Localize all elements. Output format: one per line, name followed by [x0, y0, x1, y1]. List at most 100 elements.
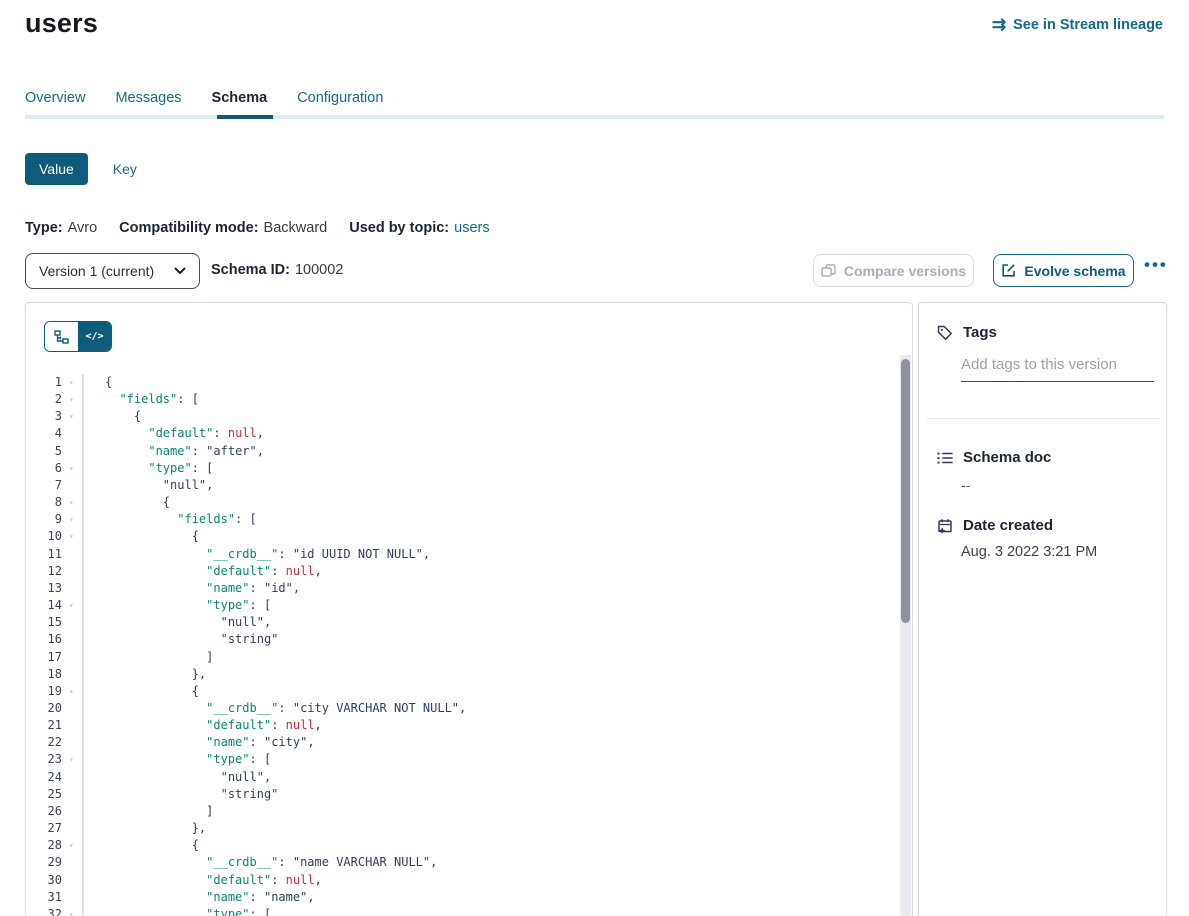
fold-arrow-icon[interactable]: ▾	[62, 683, 84, 700]
code-token-p: ,	[206, 478, 213, 492]
tab-schema[interactable]: Schema	[212, 90, 268, 106]
code-line: 32▾ "type": [	[26, 906, 898, 916]
date-created-value: Aug. 3 2022 3:21 PM	[961, 544, 1097, 560]
line-number: 14	[26, 597, 62, 614]
value-key-toggle: Value Key	[25, 153, 137, 185]
code-token-p: ,	[293, 581, 300, 595]
code-line: 24 "null",	[26, 769, 898, 786]
line-number: 12	[26, 563, 62, 580]
code-line: 22 "name": "city",	[26, 734, 898, 751]
code-text: "fields": [	[84, 391, 898, 408]
code-token-s: "name"	[264, 890, 307, 904]
code-text: ]	[84, 649, 898, 666]
stream-lineage-label: See in Stream lineage	[1013, 17, 1163, 33]
code-line: 16 "string"	[26, 631, 898, 648]
date-created-section-header: Date created	[937, 517, 1053, 534]
code-text: "default": null,	[84, 425, 898, 442]
code-line: 25 "string"	[26, 786, 898, 803]
code-token-p: ]	[206, 650, 213, 664]
code-token-p: : [	[250, 598, 272, 612]
fold-gutter	[62, 872, 84, 889]
version-select-value: Version 1 (current)	[39, 263, 154, 279]
code-line: 1▾{	[26, 374, 898, 391]
topic-link[interactable]: users	[454, 220, 489, 236]
scrollbar-track[interactable]	[900, 355, 911, 916]
line-number: 6	[26, 460, 62, 477]
key-toggle-button[interactable]: Key	[113, 161, 137, 177]
code-line: 2▾ "fields": [	[26, 391, 898, 408]
code-token-k: "name"	[206, 735, 249, 749]
fold-arrow-icon[interactable]: ▾	[62, 528, 84, 545]
fold-gutter	[62, 786, 84, 803]
edit-icon	[1001, 263, 1016, 278]
fold-arrow-icon[interactable]: ▾	[62, 597, 84, 614]
fold-arrow-icon[interactable]: ▾	[62, 751, 84, 768]
code-token-k: "__crdb__"	[206, 701, 278, 715]
code-text: {	[84, 494, 898, 511]
code-line: 13 "name": "id",	[26, 580, 898, 597]
version-toolbar: Version 1 (current) Schema ID:100002 Com…	[0, 253, 1189, 289]
fold-arrow-icon[interactable]: ▾	[62, 460, 84, 477]
code-line: 17 ]	[26, 649, 898, 666]
scrollbar-thumb[interactable]	[901, 359, 910, 623]
tags-input[interactable]	[961, 352, 1154, 382]
code-token-s: "string"	[221, 787, 279, 801]
tab-overview[interactable]: Overview	[25, 90, 85, 106]
fold-arrow-icon[interactable]: ▾	[62, 374, 84, 391]
tab-messages[interactable]: Messages	[115, 90, 181, 106]
fold-arrow-icon[interactable]: ▾	[62, 837, 84, 854]
code-token-p: },	[192, 821, 206, 835]
fold-gutter	[62, 854, 84, 871]
tree-view-button[interactable]	[45, 322, 78, 351]
code-token-s: "city"	[264, 735, 307, 749]
compatibility-value: Backward	[264, 220, 328, 236]
code-lines: 1▾{2▾ "fields": [3▾ {4 "default": null,5…	[26, 374, 898, 916]
stream-lineage-link[interactable]: ⇉ See in Stream lineage	[992, 16, 1163, 33]
code-text: "type": [	[84, 597, 898, 614]
code-view-button[interactable]: </>	[78, 322, 111, 351]
more-options-button[interactable]: •••	[1144, 255, 1168, 275]
fold-gutter	[62, 631, 84, 648]
fold-arrow-icon[interactable]: ▾	[62, 408, 84, 425]
schema-id: Schema ID:100002	[211, 262, 343, 278]
code-line: 8▾ {	[26, 494, 898, 511]
schema-doc-title: Schema doc	[963, 449, 1051, 466]
line-number: 4	[26, 425, 62, 442]
code-token-s: "city VARCHAR NOT NULL"	[293, 701, 459, 715]
code-token-p: ,	[307, 735, 314, 749]
fold-arrow-icon[interactable]: ▾	[62, 391, 84, 408]
tab-bar: Overview Messages Schema Configuration	[25, 90, 383, 106]
line-number: 19	[26, 683, 62, 700]
code-line: 9▾ "fields": [	[26, 511, 898, 528]
code-token-k: "default"	[206, 873, 271, 887]
line-number: 21	[26, 717, 62, 734]
stream-lineage-icon: ⇉	[992, 16, 1006, 33]
version-select[interactable]: Version 1 (current)	[25, 253, 200, 289]
topic-label: Used by topic:	[349, 220, 449, 236]
code-line: 3▾ {	[26, 408, 898, 425]
fold-gutter	[62, 425, 84, 442]
code-line: 20 "__crdb__": "city VARCHAR NOT NULL",	[26, 700, 898, 717]
tab-configuration[interactable]: Configuration	[297, 90, 383, 106]
fold-gutter	[62, 700, 84, 717]
tags-title: Tags	[963, 324, 997, 341]
code-text: "default": null,	[84, 563, 898, 580]
fold-arrow-icon[interactable]: ▾	[62, 511, 84, 528]
code-text: "type": [	[84, 460, 898, 477]
code-text: "__crdb__": "city VARCHAR NOT NULL",	[84, 700, 898, 717]
code-token-s: "after"	[206, 444, 257, 458]
code-token-p: ,	[315, 873, 322, 887]
code-token-s: "id"	[264, 581, 293, 595]
fold-arrow-icon[interactable]: ▾	[62, 906, 84, 916]
code-token-p: :	[278, 547, 292, 561]
compare-versions-button[interactable]: Compare versions	[813, 254, 974, 287]
code-text: },	[84, 666, 898, 683]
code-line: 5 "name": "after",	[26, 443, 898, 460]
tags-section-header: Tags	[937, 324, 997, 341]
fold-arrow-icon[interactable]: ▾	[62, 494, 84, 511]
code-text: ]	[84, 803, 898, 820]
line-number: 23	[26, 751, 62, 768]
value-toggle-button[interactable]: Value	[25, 153, 88, 185]
code-line: 29 "__crdb__": "name VARCHAR NULL",	[26, 854, 898, 871]
evolve-schema-button[interactable]: Evolve schema	[993, 254, 1134, 287]
